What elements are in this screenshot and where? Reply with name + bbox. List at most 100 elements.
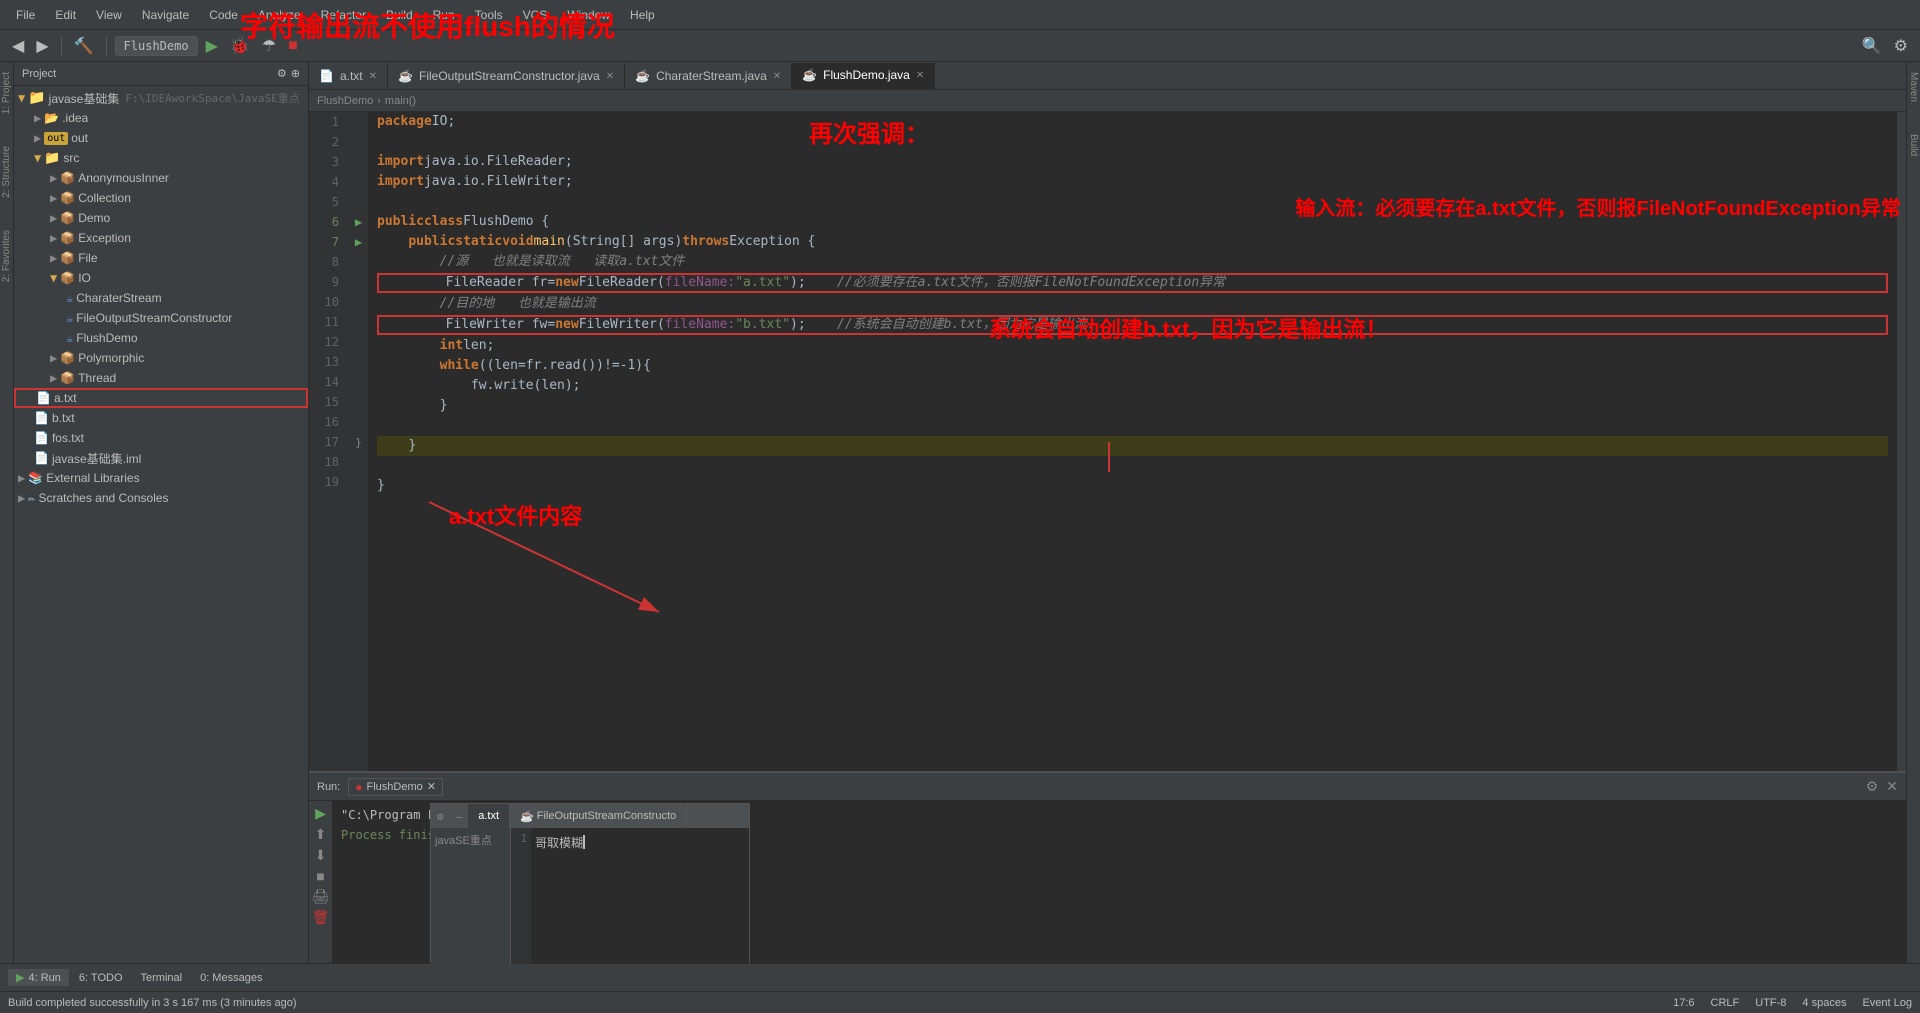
ln-1: 1 bbox=[313, 112, 345, 132]
scroll-bottom-button[interactable]: ⬇ bbox=[311, 847, 330, 864]
build-button[interactable]: 🔨 bbox=[70, 34, 98, 58]
tree-fosc-label: FileOutputStreamConstructor bbox=[76, 311, 232, 325]
tree-root[interactable]: ▼ 📁 javase基础集 F:\IDEAworkSpace\JavaSE重点 bbox=[14, 88, 308, 108]
fd-tab-close[interactable]: ✕ bbox=[916, 70, 924, 81]
project-settings-icon[interactable]: ⚙ bbox=[277, 67, 287, 80]
crlf-indicator[interactable]: CRLF bbox=[1711, 997, 1740, 1009]
scroll-top-button[interactable]: ⬆ bbox=[311, 826, 330, 843]
menu-refactor[interactable]: Refactor bbox=[313, 6, 374, 24]
tree-polymorphic[interactable]: ▶ 📦 Polymorphic bbox=[14, 348, 308, 368]
tree-atxt[interactable]: 📄 a.txt bbox=[14, 388, 308, 408]
tree-demo[interactable]: ▶ 📦 Demo bbox=[14, 208, 308, 228]
forward-button[interactable]: ▶ bbox=[32, 34, 52, 58]
tab-fosc[interactable]: ☕ FileOutputStreamConstructor.java ✕ bbox=[388, 63, 625, 89]
tree-out[interactable]: ▶ out out bbox=[14, 128, 308, 148]
code-line-15: } bbox=[377, 396, 1888, 416]
debug-button[interactable]: 🐞 bbox=[226, 34, 254, 58]
fosc-tab-close[interactable]: ✕ bbox=[606, 71, 614, 82]
tree-fostxt[interactable]: 📄 fos.txt bbox=[14, 428, 308, 448]
tree-src[interactable]: ▼ 📁 src bbox=[14, 148, 308, 168]
event-log-link[interactable]: Event Log bbox=[1862, 997, 1912, 1009]
popup-tab-fosc[interactable]: ☕ FileOutputStreamConstructo bbox=[510, 804, 687, 828]
atxt-tab-close[interactable]: ✕ bbox=[369, 71, 377, 82]
project-expand-icon[interactable]: ⊕ bbox=[291, 67, 300, 80]
run-tab-active[interactable]: ● FlushDemo ✕ bbox=[348, 778, 443, 796]
tree-anonymousinner[interactable]: ▶ 📦 AnonymousInner bbox=[14, 168, 308, 188]
tab-flushdemo[interactable]: ☕ FlushDemo.java ✕ bbox=[792, 63, 935, 89]
tree-exception[interactable]: ▶ 📦 Exception bbox=[14, 228, 308, 248]
run-tab-close[interactable]: ✕ bbox=[427, 780, 436, 793]
popup-main-content[interactable]: 哥取模糊 bbox=[531, 828, 749, 964]
popup-sidebar-label: javaSE重点 bbox=[435, 832, 506, 848]
indent-indicator[interactable]: 4 spaces bbox=[1802, 997, 1846, 1009]
tree-collection[interactable]: ▶ 📦 Collection bbox=[14, 188, 308, 208]
tree-scratches[interactable]: ▶ ✏ Scratches and Consoles bbox=[14, 488, 308, 508]
tree-thread[interactable]: ▶ 📦 Thread bbox=[14, 368, 308, 388]
tree-idea[interactable]: ▶ 📂 .idea bbox=[14, 108, 308, 128]
menu-code[interactable]: Code bbox=[201, 6, 246, 24]
code-editor[interactable]: 1 2 3 4 5 6 7 8 9 10 11 12 13 14 15 16 1 bbox=[309, 112, 1906, 771]
editor-scrollbar[interactable] bbox=[1896, 112, 1906, 771]
tree-btxt[interactable]: 📄 b.txt bbox=[14, 408, 308, 428]
scope-gutter-17: } bbox=[349, 432, 368, 452]
tab-project[interactable]: 1: Project bbox=[0, 66, 13, 120]
tab-cs[interactable]: ☕ CharaterStream.java ✕ bbox=[625, 63, 792, 89]
tab-maven[interactable]: Maven bbox=[1907, 66, 1920, 108]
tree-fosconstructor[interactable]: ☕ FileOutputStreamConstructor bbox=[14, 308, 308, 328]
tree-flushdemo[interactable]: ☕ FlushDemo bbox=[14, 328, 308, 348]
project-tree: ▼ 📁 javase基础集 F:\IDEAworkSpace\JavaSE重点 … bbox=[14, 86, 308, 991]
print-button[interactable]: 🖨 bbox=[311, 888, 330, 905]
cs-tab-close[interactable]: ✕ bbox=[773, 71, 781, 82]
ext-expand-icon: ▶ bbox=[18, 471, 25, 485]
menu-vcs[interactable]: VCS bbox=[515, 6, 556, 24]
bottom-tab-messages[interactable]: 0: Messages bbox=[192, 970, 270, 986]
menu-navigate[interactable]: Navigate bbox=[134, 6, 197, 24]
run-close-button[interactable]: ✕ bbox=[1886, 778, 1898, 795]
search-everywhere-button[interactable]: 🔍 bbox=[1858, 34, 1886, 58]
tab-atxt[interactable]: 📄 a.txt ✕ bbox=[309, 63, 388, 89]
popup-settings-btn[interactable]: ⚙ bbox=[431, 808, 450, 825]
tree-charaterstream[interactable]: ☕ CharaterStream bbox=[14, 288, 308, 308]
back-button[interactable]: ◀ bbox=[8, 34, 28, 58]
menu-build[interactable]: Build bbox=[378, 6, 421, 24]
breadcrumb-part1[interactable]: FlushDemo bbox=[317, 95, 373, 107]
breadcrumb-part2[interactable]: main() bbox=[385, 95, 416, 107]
tree-ext-libs[interactable]: ▶ 📚 External Libraries bbox=[14, 468, 308, 488]
fostxt-icon: 📄 bbox=[34, 431, 49, 445]
run-gutter-6[interactable]: ▶ bbox=[349, 212, 368, 232]
menu-edit[interactable]: Edit bbox=[47, 6, 84, 24]
clear-button[interactable]: 🗑 bbox=[311, 909, 330, 926]
tree-iml[interactable]: 📄 javase基础集.iml bbox=[14, 448, 308, 468]
coverage-button[interactable]: ☂ bbox=[258, 34, 280, 58]
tab-build[interactable]: Build bbox=[1907, 128, 1920, 162]
tab-favorites[interactable]: 2: Favorites bbox=[0, 224, 13, 288]
bottom-tab-run[interactable]: ▶ 4: Run bbox=[8, 969, 69, 986]
run-gutter-7[interactable]: ▶ bbox=[349, 232, 368, 252]
popup-editor-area[interactable]: 1 哥取模糊 bbox=[511, 828, 749, 964]
menu-window[interactable]: Window bbox=[559, 6, 618, 24]
run-button[interactable]: ▶ bbox=[202, 34, 222, 58]
bottom-tab-terminal[interactable]: Terminal bbox=[133, 970, 191, 986]
stop-button[interactable]: ■ bbox=[284, 35, 302, 57]
stop-run-button[interactable]: ■ bbox=[311, 868, 330, 884]
tree-atxt-label: a.txt bbox=[54, 391, 77, 405]
run-settings-button[interactable]: ⚙ bbox=[1866, 778, 1879, 795]
popup-minus-btn[interactable]: — bbox=[450, 808, 469, 825]
menu-analyze[interactable]: Analyze bbox=[250, 6, 309, 24]
popup-tab-atxt[interactable]: a.txt bbox=[468, 804, 510, 828]
menu-run[interactable]: Run bbox=[425, 6, 463, 24]
menu-tools[interactable]: Tools bbox=[467, 6, 511, 24]
menu-help[interactable]: Help bbox=[622, 6, 663, 24]
menu-file[interactable]: File bbox=[8, 6, 43, 24]
menu-view[interactable]: View bbox=[88, 6, 130, 24]
tab-structure[interactable]: 2: Structure bbox=[0, 140, 13, 204]
code-line-19: } bbox=[377, 476, 1888, 496]
encoding-indicator[interactable]: UTF-8 bbox=[1755, 997, 1786, 1009]
settings-button[interactable]: ⚙ bbox=[1890, 34, 1912, 58]
tree-file-pkg[interactable]: ▶ 📦 File bbox=[14, 248, 308, 268]
bottom-tab-todo[interactable]: 6: TODO bbox=[71, 970, 131, 986]
rerun-button[interactable]: ▶ bbox=[311, 805, 330, 822]
tree-io[interactable]: ▼ 📦 IO bbox=[14, 268, 308, 288]
run-config-selector[interactable]: FlushDemo bbox=[115, 36, 198, 56]
code-content[interactable]: package IO; import java.io.FileReader; i… bbox=[369, 112, 1896, 771]
